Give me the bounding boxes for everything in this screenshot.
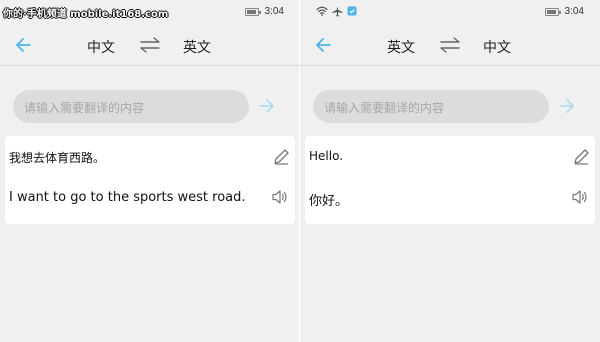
source-language-button[interactable]: 中文 <box>87 37 115 57</box>
translate-arrow-icon[interactable] <box>258 97 276 115</box>
status-time: 3:04 <box>264 6 284 17</box>
watermark-text: 你的·手机频道 mobile.it168.com <box>3 9 169 20</box>
wifi-icon <box>316 6 328 16</box>
status-bar: 3:04 <box>300 0 600 24</box>
translate-arrow-icon[interactable] <box>558 97 576 115</box>
speaker-icon[interactable] <box>271 189 289 205</box>
translated-text: I want to go to the sports west road. <box>9 190 246 205</box>
translate-input[interactable]: 请输入需要翻译的内容 <box>13 90 249 123</box>
battery-icon <box>545 8 561 16</box>
target-language-button[interactable]: 英文 <box>183 37 211 57</box>
airplane-icon <box>332 6 343 16</box>
status-bar: 你的·手机频道 mobile.it168.com 3:04 <box>0 0 300 24</box>
translate-input[interactable]: 请输入需要翻译的内容 <box>313 90 549 123</box>
right-screen: 3:04 英文 中文 请输入需要翻译的内容 Hello. 你好。 <box>300 0 600 342</box>
source-text: Hello. <box>309 149 344 163</box>
translated-text: 你好。 <box>309 194 349 209</box>
source-text: 我想去体育西路。 <box>9 151 106 165</box>
target-language-button[interactable]: 中文 <box>483 37 511 57</box>
notification-icon <box>347 6 357 16</box>
edit-pencil-icon[interactable] <box>573 149 589 165</box>
translation-card: 我想去体育西路。 I want to go to the sports west… <box>5 136 295 224</box>
input-placeholder: 请输入需要翻译的内容 <box>324 101 445 115</box>
back-arrow-icon[interactable] <box>14 36 32 54</box>
edit-pencil-icon[interactable] <box>273 149 289 165</box>
left-screen: 你的·手机频道 mobile.it168.com 3:04 中文 英文 请输入需… <box>0 0 300 342</box>
input-placeholder: 请输入需要翻译的内容 <box>24 101 145 115</box>
back-arrow-icon[interactable] <box>314 36 332 54</box>
swap-languages-icon[interactable] <box>139 36 161 54</box>
status-icons <box>316 4 357 18</box>
translation-card: Hello. 你好。 <box>305 136 595 224</box>
status-time: 3:04 <box>564 6 584 17</box>
speaker-icon[interactable] <box>571 189 589 205</box>
nav-bar: 中文 英文 <box>0 24 300 66</box>
source-language-button[interactable]: 英文 <box>387 37 415 57</box>
swap-languages-icon[interactable] <box>439 36 461 54</box>
battery-icon <box>245 8 261 16</box>
nav-bar: 英文 中文 <box>300 24 600 66</box>
